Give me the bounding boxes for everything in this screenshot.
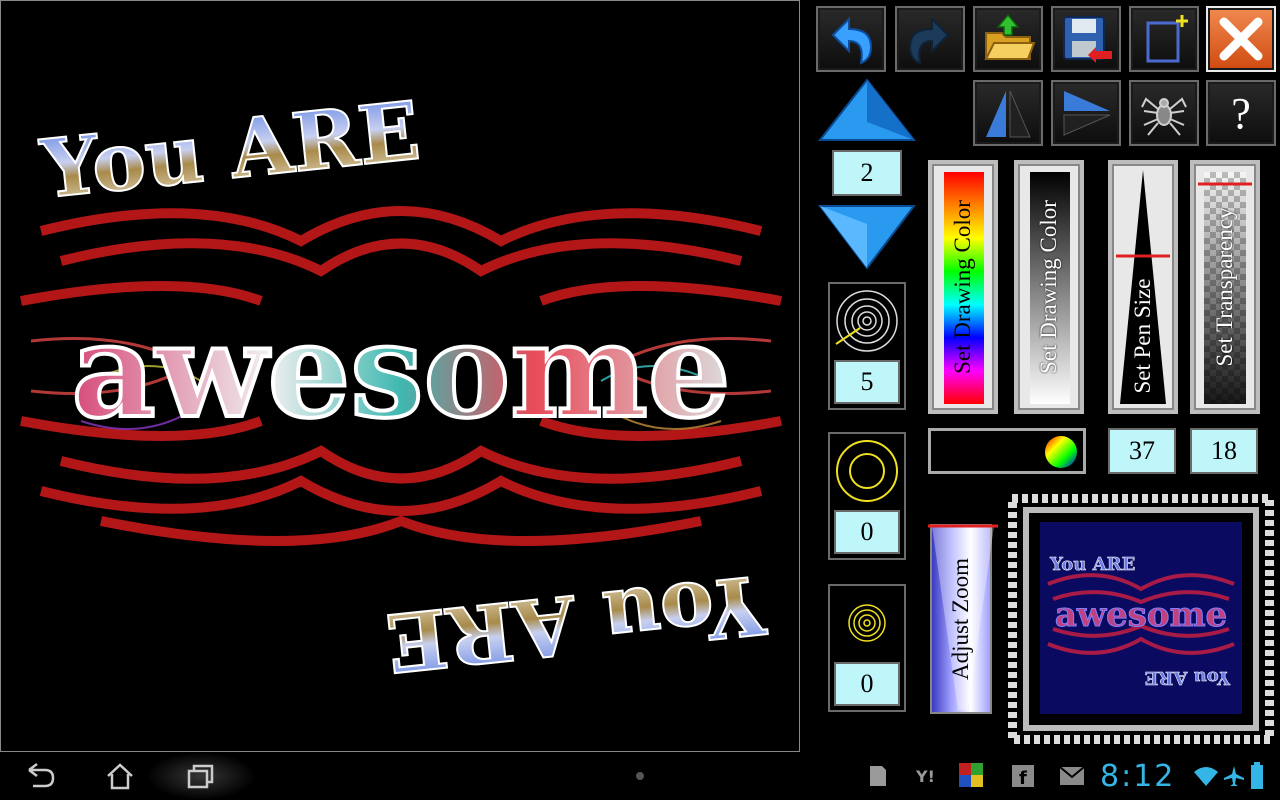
mirror-vertical-button[interactable] <box>973 80 1043 146</box>
new-canvas-icon <box>1146 15 1188 63</box>
symmetry-increase-button[interactable] <box>816 76 918 146</box>
set-drawing-color-label: Set Drawing Color <box>950 200 975 374</box>
current-color-indicator[interactable] <box>928 428 1086 474</box>
clock: 8:12 <box>1100 758 1176 794</box>
undo-icon <box>831 16 873 65</box>
gmail-icon <box>1058 762 1086 790</box>
preview-text-bottom: You ARE <box>1145 667 1231 688</box>
canvas-artwork: You ARE awesome You ARE <box>20 82 782 691</box>
close-icon <box>1219 17 1263 61</box>
page-indicator-dot <box>636 772 644 780</box>
brush-dot-value: 0 <box>834 662 900 706</box>
art-text-center: awesome <box>71 294 730 447</box>
preview-thumbnail[interactable]: You ARE awesome You ARE <box>1007 493 1275 745</box>
set-drawing-color-rainbow-slider[interactable]: Set Drawing Color <box>928 160 998 414</box>
set-transparency-label: Set Transparency <box>1212 207 1237 367</box>
set-pen-size-slider[interactable]: Set Pen Size <box>1108 160 1178 414</box>
adjust-zoom-label: Adjust Zoom <box>948 557 973 681</box>
back-button[interactable] <box>20 758 60 794</box>
facebook-icon: f <box>1010 762 1036 790</box>
svg-text:f: f <box>1019 768 1027 787</box>
art-text-bottom: You ARE <box>382 557 770 690</box>
set-transparency-slider[interactable]: Set Transparency <box>1190 160 1260 414</box>
drawing-canvas[interactable]: You ARE awesome You ARE <box>0 0 800 752</box>
yahoo-icon: Y! <box>912 762 942 790</box>
redo-icon <box>908 16 950 65</box>
sd-card-icon <box>864 762 892 790</box>
save-disk-icon <box>1063 16 1112 63</box>
pen-size-value: 37 <box>1108 428 1176 474</box>
recent-apps-icon <box>187 764 214 789</box>
help-button[interactable]: ? <box>1206 80 1276 146</box>
color-wheel-icon <box>1045 436 1077 468</box>
mirror-horizontal-button[interactable] <box>1051 80 1121 146</box>
brush-dot-button[interactable]: 0 <box>828 584 906 712</box>
preview-text-top: You ARE <box>1049 554 1135 575</box>
triangle-up-icon <box>817 78 917 141</box>
set-pen-size-label: Set Pen Size <box>1130 278 1155 394</box>
airplane-mode-icon <box>1222 764 1246 788</box>
symmetry-value: 2 <box>832 150 902 196</box>
brush-spiral-button[interactable]: 5 <box>828 282 906 410</box>
symmetry-decrease-button[interactable] <box>816 200 918 272</box>
adjust-zoom-slider[interactable]: Adjust Zoom <box>928 524 998 714</box>
app-notification-icon <box>958 762 984 788</box>
set-drawing-color-gray-slider[interactable]: Set Drawing Color <box>1014 160 1084 414</box>
system-status-bar: Y! f 8:12 <box>0 752 1280 800</box>
help-icon: ? <box>1231 88 1251 138</box>
open-folder-icon <box>984 13 1036 60</box>
recent-apps-button[interactable] <box>180 758 220 794</box>
brush-ring-value: 0 <box>834 510 900 554</box>
art-text-top: You ARE <box>36 83 424 216</box>
ring-brush-icon <box>836 440 898 502</box>
preview-text-center: awesome <box>1055 595 1227 635</box>
spider-button[interactable] <box>1129 80 1199 146</box>
new-canvas-button[interactable] <box>1129 6 1199 72</box>
dot-brush-icon <box>848 604 886 642</box>
home-icon <box>107 763 133 790</box>
undo-button[interactable] <box>816 6 886 72</box>
wifi-icon <box>1192 764 1220 788</box>
back-icon <box>28 763 55 788</box>
save-button[interactable] <box>1051 6 1121 72</box>
battery-icon <box>1250 762 1264 790</box>
redo-button[interactable] <box>895 6 965 72</box>
mirror-horizontal-icon <box>1063 91 1111 136</box>
triangle-down-icon <box>817 205 917 270</box>
svg-text:Y!: Y! <box>915 767 935 786</box>
brush-spiral-value: 5 <box>834 360 900 404</box>
mirror-vertical-icon <box>986 90 1031 138</box>
home-button[interactable] <box>100 758 140 794</box>
spider-icon <box>1141 97 1187 136</box>
spiral-brush-icon <box>835 290 898 352</box>
transparency-value: 18 <box>1190 428 1258 474</box>
open-button[interactable] <box>973 6 1043 72</box>
ornate-frame: You ARE awesome You ARE <box>1007 493 1275 745</box>
close-button[interactable] <box>1206 6 1276 72</box>
brush-ring-button[interactable]: 0 <box>828 432 906 560</box>
set-drawing-color-gray-label: Set Drawing Color <box>1036 200 1061 374</box>
